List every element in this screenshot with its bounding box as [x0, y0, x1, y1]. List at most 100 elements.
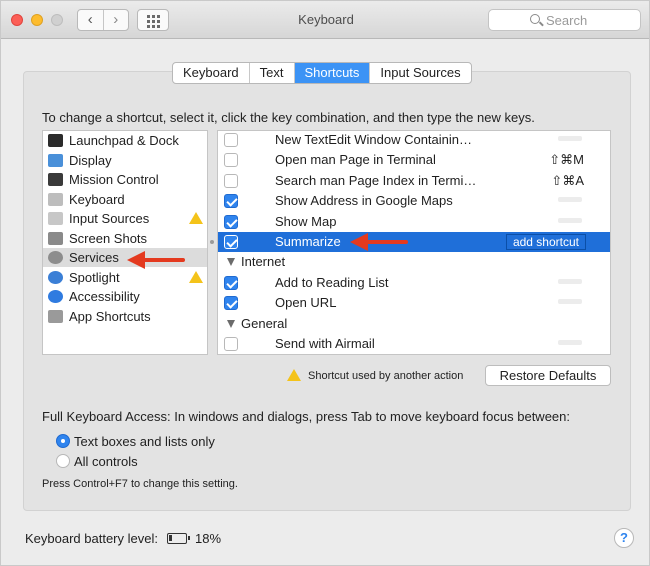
- shortcut-keys[interactable]: ⇧⌘A: [551, 171, 584, 191]
- keyboard-preferences-window: ‹ › Keyboard Search Keyboard Text Shortc…: [0, 0, 650, 566]
- category-label: Launchpad & Dock: [69, 133, 179, 148]
- help-button[interactable]: ?: [614, 528, 634, 548]
- shortcut-checkbox[interactable]: [224, 153, 238, 168]
- category-item-mission-control[interactable]: Mission Control: [43, 170, 207, 189]
- shortcut-none-placeholder[interactable]: [558, 278, 582, 284]
- shortcut-checkbox[interactable]: [224, 235, 238, 249]
- title-bar: ‹ › Keyboard Search: [1, 1, 649, 39]
- shortcut-row[interactable]: Search man Page Index in Termi… ⇧⌘A: [218, 171, 610, 191]
- shortcut-checkbox[interactable]: [224, 133, 238, 147]
- shortcut-none-placeholder[interactable]: [558, 217, 582, 223]
- app-shortcuts-icon: [48, 309, 63, 323]
- tab-shortcuts[interactable]: Shortcuts: [294, 63, 371, 83]
- category-item-screen-shots[interactable]: Screen Shots: [43, 229, 207, 248]
- search-icon: [530, 14, 540, 24]
- battery-label: Keyboard battery level:: [25, 531, 158, 546]
- search-field[interactable]: Search: [488, 9, 641, 31]
- shortcut-row[interactable]: New TextEdit Window Containin…: [218, 131, 610, 150]
- shortcut-none-placeholder[interactable]: [558, 136, 582, 141]
- category-label: Spotlight: [69, 269, 120, 285]
- shortcut-row[interactable]: Summarize add shortcut: [218, 232, 610, 252]
- shortcut-label: Search man Page Index in Termi…: [275, 172, 477, 188]
- category-item-accessibility[interactable]: Accessibility: [43, 287, 207, 306]
- shortcut-none-placeholder[interactable]: [558, 340, 582, 345]
- shortcut-row[interactable]: Open man Page in Terminal ⇧⌘M: [218, 150, 610, 170]
- category-item-spotlight[interactable]: Spotlight: [43, 268, 207, 287]
- shortcut-checkbox[interactable]: [224, 296, 238, 311]
- instructions-text: To change a shortcut, select it, click t…: [42, 110, 535, 125]
- accessibility-icon: [48, 290, 63, 303]
- group-internet[interactable]: Internet: [218, 252, 610, 272]
- warning-icon: [189, 270, 203, 283]
- full-keyboard-access-label: Full Keyboard Access: In windows and dia…: [42, 409, 570, 424]
- category-label: Accessibility: [69, 289, 140, 304]
- add-shortcut-button[interactable]: add shortcut: [505, 234, 586, 250]
- tab-text[interactable]: Text: [250, 63, 295, 83]
- disclosure-triangle-icon[interactable]: [227, 258, 235, 267]
- shortcut-checkbox[interactable]: [224, 337, 238, 351]
- shortcut-label: Open man Page in Terminal: [275, 152, 436, 168]
- shortcut-label: Open URL: [275, 295, 337, 311]
- shortcut-row[interactable]: Open URL: [218, 293, 610, 313]
- disclosure-triangle-icon[interactable]: [227, 319, 235, 328]
- shortcut-label: Summarize: [275, 234, 341, 249]
- shortcut-row[interactable]: Show Address in Google Maps: [218, 191, 610, 211]
- tab-bar: Keyboard Text Shortcuts Input Sources: [172, 62, 472, 84]
- category-item-input-sources[interactable]: Input Sources: [43, 209, 207, 228]
- group-label: General: [241, 315, 288, 331]
- group-label: Internet: [241, 254, 286, 270]
- screenshot-icon: [48, 231, 63, 245]
- mission-control-icon: [48, 173, 63, 186]
- category-item-launchpad-dock[interactable]: Launchpad & Dock: [43, 131, 207, 150]
- category-label: Input Sources: [69, 211, 150, 226]
- tab-keyboard[interactable]: Keyboard: [173, 63, 250, 83]
- launchpad-icon: [48, 134, 63, 147]
- radio-label-all-controls[interactable]: All controls: [74, 454, 138, 469]
- input-sources-icon: [48, 212, 63, 225]
- category-label: Display: [69, 152, 112, 168]
- shortcut-label: Add to Reading List: [275, 274, 389, 290]
- shortcut-keys[interactable]: ⇧⌘M: [549, 150, 584, 170]
- category-item-display[interactable]: Display: [43, 151, 207, 170]
- shortcut-label: New TextEdit Window Containin…: [275, 132, 473, 147]
- display-icon: [48, 153, 63, 167]
- shortcut-none-placeholder[interactable]: [558, 197, 582, 203]
- category-label: Screen Shots: [69, 230, 148, 246]
- shortcut-checkbox[interactable]: [224, 173, 238, 188]
- warning-icon: [189, 212, 203, 224]
- spotlight-icon: [48, 270, 63, 284]
- shortcut-label: Send with Airmail: [275, 336, 375, 351]
- category-item-keyboard[interactable]: Keyboard: [43, 190, 207, 209]
- category-label: App Shortcuts: [69, 308, 151, 324]
- tab-input-sources[interactable]: Input Sources: [370, 63, 470, 83]
- shortcut-row[interactable]: Add to Reading List: [218, 273, 610, 293]
- shortcut-checkbox[interactable]: [224, 194, 238, 209]
- annotation-arrow-services: [127, 251, 185, 269]
- battery-level: 18%: [195, 531, 222, 546]
- restore-defaults-button[interactable]: Restore Defaults: [485, 365, 611, 386]
- shortcut-none-placeholder[interactable]: [558, 299, 582, 305]
- group-general[interactable]: General: [218, 314, 610, 334]
- category-label: Mission Control: [69, 172, 159, 187]
- category-label: Services: [69, 250, 119, 265]
- shortcut-row[interactable]: Send with Airmail: [218, 334, 610, 354]
- fka-note: Press Control+F7 to change this setting.: [42, 478, 238, 490]
- category-item-app-shortcuts[interactable]: App Shortcuts: [43, 307, 207, 326]
- shortcut-label: Show Map: [275, 213, 337, 229]
- shortcut-label: Show Address in Google Maps: [275, 193, 453, 209]
- warning-icon: [287, 369, 301, 381]
- radio-text-boxes-lists[interactable]: [56, 434, 70, 448]
- annotation-arrow-summarize: [350, 233, 408, 251]
- split-view-handle[interactable]: [210, 240, 214, 244]
- radio-label-text-boxes[interactable]: Text boxes and lists only: [74, 434, 215, 449]
- conflict-legend: Shortcut used by another action: [308, 370, 464, 382]
- radio-all-controls[interactable]: [56, 454, 70, 468]
- shortcut-checkbox[interactable]: [224, 214, 238, 229]
- category-list[interactable]: Launchpad & Dock Display Mission Control Ke…: [42, 130, 208, 355]
- keyboard-icon: [48, 192, 63, 206]
- battery-icon: [167, 533, 190, 544]
- shortcut-row[interactable]: Show Map: [218, 212, 610, 232]
- search-placeholder: Search: [546, 13, 588, 28]
- shortcut-checkbox[interactable]: [224, 275, 238, 290]
- shortcut-list[interactable]: New TextEdit Window Containin… Open man P…: [217, 130, 611, 355]
